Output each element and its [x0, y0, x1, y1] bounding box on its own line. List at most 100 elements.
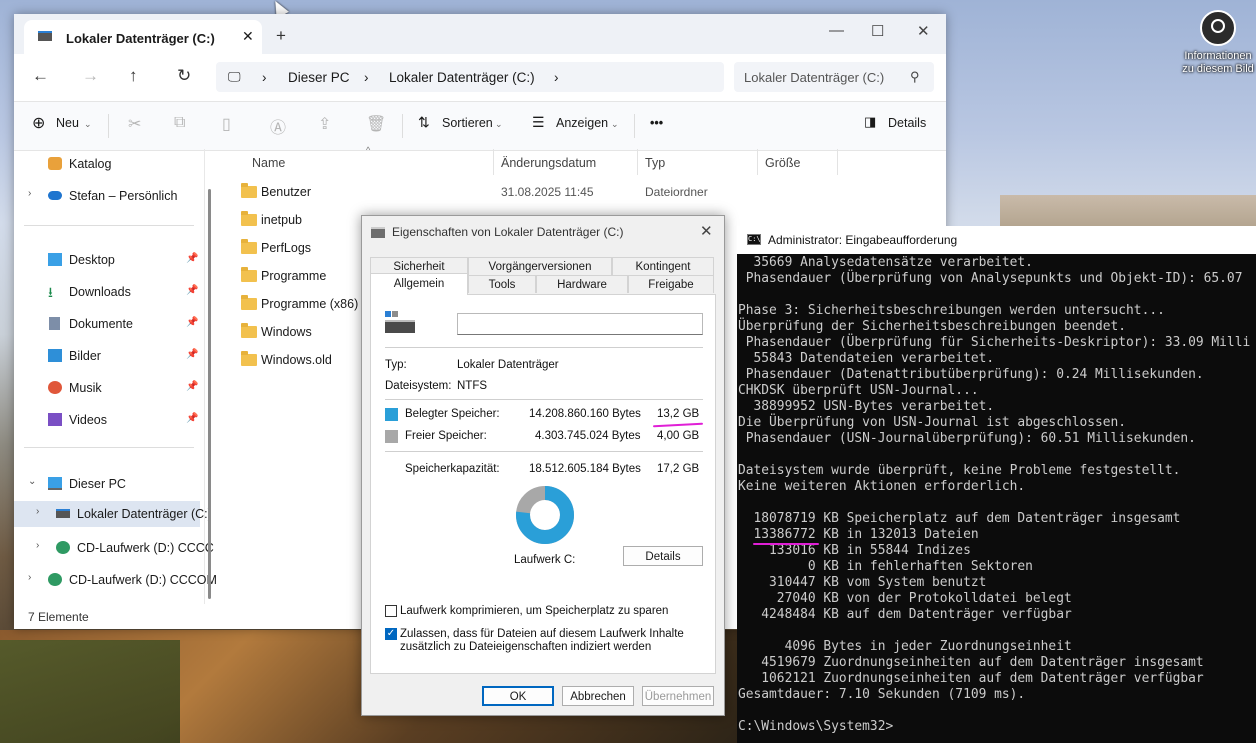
- highlight-underline: [652, 422, 704, 428]
- share-icon[interactable]: ⇪: [318, 114, 331, 134]
- drive-label: Laufwerk C:: [514, 554, 576, 566]
- tab-allgemein[interactable]: Allgemein: [370, 273, 468, 295]
- cancel-button[interactable]: Abbrechen: [562, 686, 634, 706]
- cd-drive-icon: [56, 541, 70, 554]
- tab-kontingent[interactable]: Kontingent: [612, 257, 714, 275]
- properties-dialog: Eigenschaften von Lokaler Datenträger (C…: [361, 215, 725, 716]
- delete-icon[interactable]: 🗑: [366, 114, 386, 134]
- column-header-size[interactable]: Größe: [765, 156, 800, 170]
- nav-scrollbar[interactable]: [208, 189, 211, 599]
- more-options-button[interactable]: •••: [650, 116, 663, 130]
- type-value: Lokaler Datenträger: [457, 359, 559, 371]
- nav-item-pictures[interactable]: Bilder 📌: [14, 343, 200, 369]
- cut-icon[interactable]: ✂: [128, 114, 141, 134]
- details-button[interactable]: Details: [623, 546, 703, 566]
- minimize-icon[interactable]: —: [829, 22, 844, 39]
- new-button[interactable]: Neu: [56, 116, 79, 130]
- search-input[interactable]: Lokaler Datenträger (C:) ⚲: [734, 62, 934, 92]
- nav-item-drive-c[interactable]: › Lokaler Datenträger (C:): [14, 501, 212, 527]
- tab-close-icon[interactable]: ✕: [242, 28, 254, 45]
- sort-button[interactable]: Sortieren: [442, 116, 493, 130]
- folder-icon: [241, 295, 257, 310]
- divider: [402, 114, 403, 138]
- drive-icon: [371, 227, 385, 238]
- refresh-icon[interactable]: ↻: [177, 66, 191, 86]
- copy-icon[interactable]: ⧉: [174, 114, 185, 132]
- explorer-tab[interactable]: Lokaler Datenträger (C:) ✕: [24, 20, 262, 54]
- divider: [385, 347, 703, 348]
- new-icon[interactable]: ⊕: [32, 113, 45, 133]
- chevron-down-icon: ⌄: [495, 119, 503, 129]
- window-close-icon[interactable]: ✕: [917, 22, 930, 40]
- tab-hardware[interactable]: Hardware: [536, 275, 628, 293]
- maximize-icon[interactable]: ☐: [871, 22, 884, 40]
- index-label-line1: Zulassen, dass für Dateien auf diesem La…: [400, 628, 684, 640]
- breadcrumb-this-pc[interactable]: Dieser PC: [288, 70, 350, 85]
- drive-icon: [38, 31, 52, 41]
- nav-item-music[interactable]: Musik 📌: [14, 375, 200, 401]
- dialog-close-icon[interactable]: ✕: [700, 222, 713, 240]
- rename-icon[interactable]: Ⓐ: [270, 114, 286, 138]
- command-bar: ⊕ Neu ⌄ ✂ ⧉ ▯ Ⓐ ⇪ 🗑 ⇅ Sortieren ⌄ ☰ Anze…: [14, 102, 946, 151]
- column-header-name[interactable]: Name: [252, 156, 285, 170]
- nav-item-cd-drive-2[interactable]: › CD-Laufwerk (D:) CCCOM: [14, 567, 217, 593]
- breadcrumb-drive-c[interactable]: Lokaler Datenträger (C:): [389, 70, 535, 85]
- view-icon[interactable]: ☰: [532, 114, 545, 131]
- nav-item-videos[interactable]: Videos 📌: [14, 407, 200, 433]
- nav-item-documents[interactable]: Dokumente 📌: [14, 311, 200, 337]
- pin-icon[interactable]: 📌: [186, 285, 198, 296]
- column-header-type[interactable]: Typ: [645, 156, 665, 170]
- ok-button[interactable]: OK: [482, 686, 554, 706]
- dialog-title: Eigenschaften von Lokaler Datenträger (C…: [392, 225, 624, 239]
- chevron-right-icon: ›: [36, 506, 40, 517]
- forward-icon[interactable]: →: [82, 66, 99, 86]
- nav-item-katalog[interactable]: Katalog: [14, 151, 200, 177]
- general-tab-panel: Typ: Lokaler Datenträger Dateisystem: NT…: [370, 294, 716, 674]
- file-row[interactable]: Benutzer 31.08.2025 11:45 Dateiordner: [219, 179, 946, 207]
- nav-item-cd-drive-1[interactable]: › CD-Laufwerk (D:) CCCC: [14, 535, 214, 561]
- tab-vorgaengerversionen[interactable]: Vorgängerversionen: [468, 257, 612, 275]
- cmd-output[interactable]: 35669 Analysedatensätze verarbeitet. Pha…: [738, 255, 1250, 735]
- pin-icon[interactable]: 📌: [186, 317, 198, 328]
- folder-icon: [241, 211, 257, 226]
- download-icon: ⭳: [48, 284, 53, 300]
- nav-label: CD-Laufwerk (D:) CCCC: [77, 541, 214, 555]
- compress-label: Laufwerk komprimieren, um Speicherplatz …: [400, 605, 669, 617]
- apply-button[interactable]: Übernehmen: [642, 686, 714, 706]
- pin-icon[interactable]: 📌: [186, 253, 198, 264]
- pin-icon[interactable]: 📌: [186, 349, 198, 360]
- sort-icon[interactable]: ⇅: [418, 114, 430, 131]
- tab-freigabe[interactable]: Freigabe: [628, 275, 714, 293]
- details-button[interactable]: Details: [888, 116, 926, 130]
- file-name: Benutzer: [261, 185, 312, 199]
- nav-label: Dieser PC: [69, 477, 126, 491]
- address-bar[interactable]: 🖵 › Dieser PC › Lokaler Datenträger (C:)…: [216, 62, 724, 92]
- up-icon[interactable]: ↑: [129, 66, 138, 86]
- pin-icon[interactable]: 📌: [186, 381, 198, 392]
- divider: [24, 447, 194, 448]
- back-icon[interactable]: ←: [32, 66, 49, 86]
- capacity-gb: 17,2 GB: [657, 463, 700, 475]
- sort-indicator-icon: ^: [366, 145, 371, 155]
- column-header-date[interactable]: Änderungsdatum: [501, 156, 596, 170]
- drive-name-input[interactable]: [457, 313, 703, 335]
- index-checkbox[interactable]: ✓: [385, 628, 397, 640]
- paste-icon[interactable]: ▯: [222, 114, 231, 134]
- nav-label: CD-Laufwerk (D:) CCCOM: [69, 573, 217, 587]
- nav-item-this-pc[interactable]: ⌄ Dieser PC: [14, 471, 200, 497]
- nav-item-downloads[interactable]: ⭳ Downloads 📌: [14, 279, 200, 305]
- compress-checkbox[interactable]: [385, 605, 397, 617]
- new-tab-icon[interactable]: +: [276, 26, 286, 46]
- file-name: inetpub: [261, 213, 303, 227]
- nav-item-onedrive[interactable]: › Stefan – Persönlich: [14, 183, 200, 209]
- background-vegetation: [0, 640, 180, 743]
- desktop-info-icon[interactable]: Informationen zu diesem Bild: [1180, 10, 1256, 76]
- drive-icon: [56, 509, 70, 518]
- cmd-titlebar: C:\ Administrator: Eingabeaufforderung: [737, 226, 1256, 254]
- pin-icon[interactable]: 📌: [186, 413, 198, 424]
- file-name: Windows: [261, 325, 312, 339]
- tab-tools[interactable]: Tools: [468, 275, 536, 293]
- details-pane-icon[interactable]: ◨: [864, 114, 876, 130]
- nav-item-desktop[interactable]: Desktop 📌: [14, 247, 200, 273]
- view-button[interactable]: Anzeigen: [556, 116, 608, 130]
